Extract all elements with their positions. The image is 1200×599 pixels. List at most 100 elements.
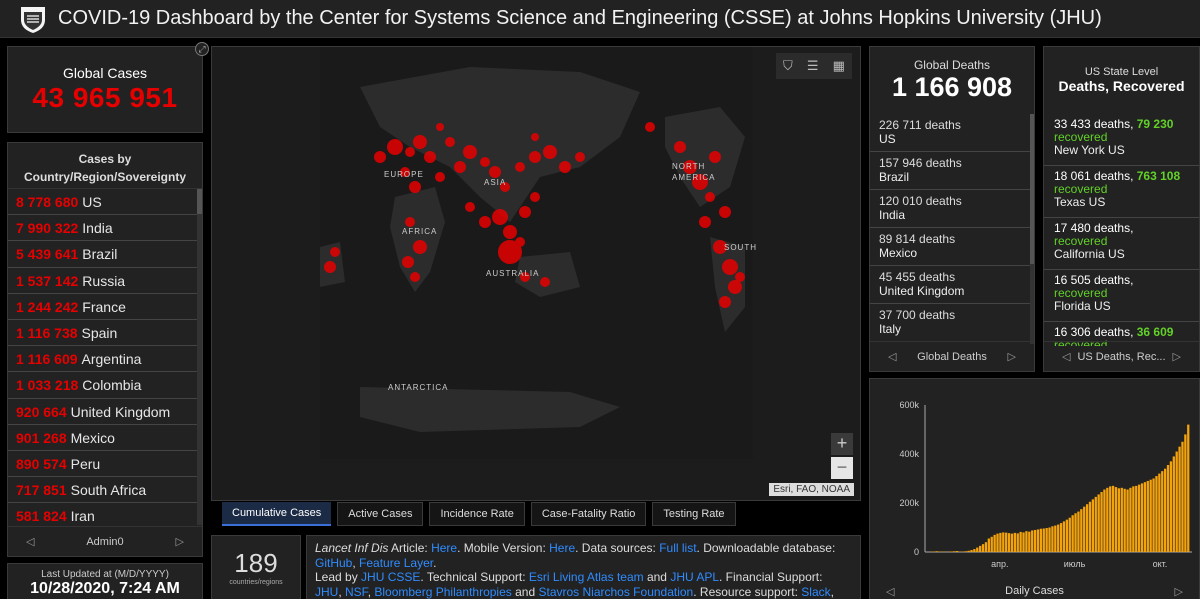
case-bubble[interactable]	[645, 122, 655, 132]
basemap-grid-icon[interactable]: ▦	[833, 58, 845, 74]
case-bubble[interactable]	[413, 240, 427, 254]
deaths-list[interactable]: 226 711 deaths US 157 946 deaths Brazil 120 …	[870, 114, 1030, 344]
daily-case-bar[interactable]	[1155, 476, 1158, 552]
daily-case-bar[interactable]	[1025, 531, 1028, 552]
slack-link[interactable]: Slack	[801, 585, 830, 599]
country-list[interactable]: 8 778 680 US 7 990 322 India 5 439 641 Brazil…	[8, 189, 197, 525]
case-bubble[interactable]	[498, 240, 522, 264]
country-row[interactable]: 717 851 South Africa	[8, 477, 197, 504]
daily-case-bar[interactable]	[1002, 532, 1005, 552]
country-row[interactable]: 901 268 Mexico	[8, 425, 197, 451]
case-bubble[interactable]	[445, 137, 455, 147]
daily-case-bar[interactable]	[1022, 532, 1025, 552]
daily-case-bar[interactable]	[1103, 489, 1106, 552]
daily-case-bar[interactable]	[996, 533, 999, 552]
daily-case-bar[interactable]	[1106, 487, 1109, 552]
daily-case-bar[interactable]	[1039, 528, 1043, 552]
daily-case-bar[interactable]	[1080, 509, 1083, 552]
country-row[interactable]: 581 824 Iran	[8, 503, 197, 525]
daily-case-bar[interactable]	[1158, 473, 1161, 552]
tab-case-fatality-ratio[interactable]: Case-Fatality Ratio	[530, 502, 647, 526]
country-row[interactable]: 5 439 641 Brazil	[8, 241, 197, 268]
case-bubble[interactable]	[405, 147, 415, 157]
daily-case-bar[interactable]	[1161, 471, 1164, 552]
us-state-row[interactable]: 17 480 deaths, recovered California US	[1044, 218, 1199, 270]
daily-case-bar[interactable]	[1028, 531, 1031, 552]
next-page-icon[interactable]: ▷	[1173, 350, 1181, 363]
death-row[interactable]: 157 946 deaths Brazil	[870, 152, 1030, 190]
tab-active-cases[interactable]: Active Cases	[337, 502, 424, 526]
case-bubble[interactable]	[324, 261, 336, 273]
death-row[interactable]: 45 455 deaths United Kingdom	[870, 266, 1030, 304]
daily-case-bar[interactable]	[1114, 487, 1118, 552]
case-bubble[interactable]	[435, 172, 445, 182]
us-state-row[interactable]: 18 061 deaths, 763 108 recovered Texas US	[1044, 166, 1199, 218]
case-bubble[interactable]	[479, 216, 491, 228]
case-bubble[interactable]	[728, 280, 742, 294]
zoom-out-button[interactable]: −	[831, 457, 853, 479]
case-bubble[interactable]	[410, 272, 420, 282]
case-bubble[interactable]	[515, 162, 525, 172]
daily-case-bar[interactable]	[1109, 486, 1112, 552]
daily-case-bar[interactable]	[1129, 487, 1132, 552]
daily-case-bar[interactable]	[1068, 517, 1071, 552]
daily-case-bar[interactable]	[1149, 479, 1152, 552]
country-list-scrollbar[interactable]	[197, 189, 202, 525]
daily-case-bar[interactable]	[1031, 530, 1034, 552]
daily-case-bar[interactable]	[1085, 504, 1089, 552]
country-row[interactable]: 1 116 609 Argentina	[8, 346, 197, 373]
legend-list-icon[interactable]: ☰	[807, 58, 819, 74]
daily-case-bar[interactable]	[1117, 488, 1121, 552]
case-bubble[interactable]	[540, 277, 550, 287]
daily-case-bar[interactable]	[1169, 461, 1173, 552]
case-bubble[interactable]	[503, 225, 517, 239]
daily-case-bar[interactable]	[1057, 524, 1060, 552]
daily-case-bar[interactable]	[1184, 434, 1187, 552]
case-bubble[interactable]	[405, 217, 415, 227]
daily-case-bar[interactable]	[1111, 485, 1115, 552]
case-bubble[interactable]	[374, 151, 386, 163]
daily-case-bar[interactable]	[1100, 491, 1103, 552]
prev-page-icon[interactable]: ◁	[26, 535, 34, 548]
daily-case-bar[interactable]	[990, 536, 993, 552]
prev-page-icon[interactable]: ◁	[1062, 350, 1070, 363]
daily-case-bar[interactable]	[970, 550, 973, 552]
jhu-link[interactable]: JHU	[315, 585, 338, 599]
daily-case-bar[interactable]	[1163, 468, 1167, 552]
daily-case-bar[interactable]	[1187, 424, 1190, 552]
daily-case-bar[interactable]	[993, 534, 996, 552]
daily-case-bar[interactable]	[964, 551, 967, 552]
daily-case-bar[interactable]	[1045, 527, 1048, 552]
daily-case-bar[interactable]	[1137, 484, 1141, 552]
daily-case-bar[interactable]	[1033, 529, 1037, 552]
daily-case-bar[interactable]	[1074, 513, 1077, 552]
daily-case-bar[interactable]	[967, 550, 970, 552]
daily-case-bar[interactable]	[1013, 532, 1016, 552]
article-link[interactable]: Here	[431, 541, 457, 555]
case-bubble[interactable]	[330, 247, 340, 257]
prev-page-icon[interactable]: ◁	[888, 350, 896, 363]
daily-case-bar[interactable]	[1123, 488, 1126, 552]
case-bubble[interactable]	[709, 151, 721, 163]
daily-case-bar[interactable]	[1059, 523, 1063, 552]
next-page-icon[interactable]: ▷	[176, 535, 184, 548]
daily-case-bar[interactable]	[1143, 482, 1147, 552]
case-bubble[interactable]	[719, 296, 731, 308]
daily-case-bar[interactable]	[999, 532, 1002, 552]
case-bubble[interactable]	[559, 161, 571, 173]
daily-case-bar[interactable]	[1120, 487, 1123, 552]
daily-case-bar[interactable]	[1005, 532, 1008, 552]
jhu-apl-link[interactable]: JHU APL	[670, 570, 719, 584]
daily-case-bar[interactable]	[1010, 533, 1014, 552]
prev-chart-icon[interactable]: ◁	[886, 585, 894, 598]
case-bubble[interactable]	[519, 206, 531, 218]
daily-case-bar[interactable]	[1077, 511, 1080, 552]
daily-case-bar[interactable]	[987, 538, 990, 552]
next-chart-icon[interactable]: ▷	[1175, 585, 1183, 598]
mobile-version-link[interactable]: Here	[549, 541, 575, 555]
case-bubble[interactable]	[424, 151, 436, 163]
country-row[interactable]: 1 116 738 Spain	[8, 320, 197, 347]
case-bubble[interactable]	[529, 151, 541, 163]
daily-case-bar[interactable]	[973, 549, 976, 552]
daily-case-bar[interactable]	[1178, 446, 1181, 552]
